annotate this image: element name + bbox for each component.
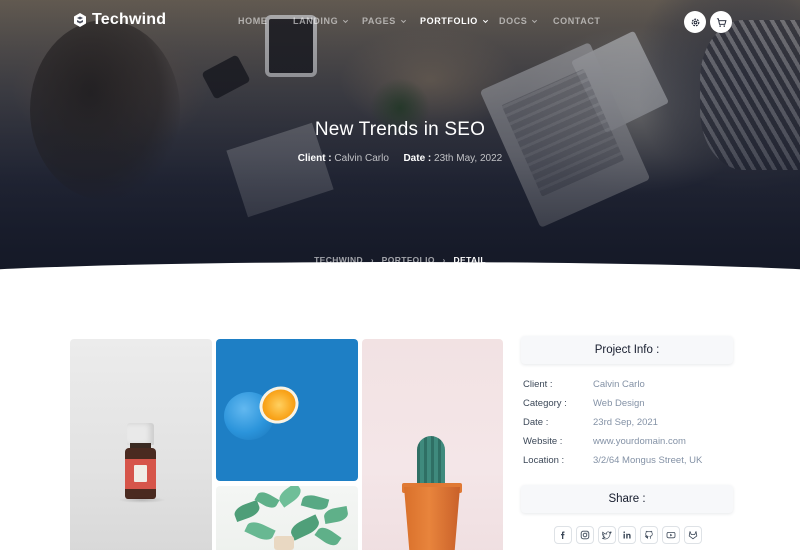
linkedin-icon xyxy=(623,531,631,539)
share-instagram-button[interactable] xyxy=(576,526,594,544)
client-label: Client : xyxy=(297,153,332,164)
share-github-button[interactable] xyxy=(640,526,658,544)
portfolio-image-cactus[interactable] xyxy=(362,339,503,550)
nav-item-label: CONTACT xyxy=(553,16,601,26)
nav-item-docs[interactable]: DOCS xyxy=(499,16,538,26)
chevron-down-icon xyxy=(343,19,349,23)
portfolio-image-oil-bottle[interactable] xyxy=(70,339,212,550)
chevron-down-icon xyxy=(482,19,488,23)
cart-button[interactable] xyxy=(710,11,732,33)
nav-item-label: PORTFOLIO xyxy=(420,16,478,26)
hero-meta: Client : Calvin Carlo Date : 23th May, 2… xyxy=(0,153,800,164)
settings-button[interactable] xyxy=(684,11,706,33)
portfolio-image-plant[interactable] xyxy=(216,486,358,550)
main-nav: HOME LANDING PAGES PORTFOLIO DOCS CONTAC… xyxy=(0,16,800,30)
breadcrumb-link-home[interactable]: TECHWIND xyxy=(314,255,363,265)
nav-item-label: LANDING xyxy=(293,16,339,26)
website-link[interactable]: www.yourdomain.com xyxy=(593,436,686,447)
nav-item-label: PAGES xyxy=(362,16,396,26)
share-youtube-button[interactable] xyxy=(662,526,680,544)
github-icon xyxy=(644,530,653,539)
hero-banner xyxy=(0,0,800,282)
nav-item-portfolio[interactable]: PORTFOLIO xyxy=(420,16,489,26)
info-value: Calvin Carlo xyxy=(593,379,645,390)
portfolio-image-blue-lemon[interactable] xyxy=(216,339,358,481)
nav-item-label: HOME xyxy=(238,16,268,26)
gear-icon xyxy=(691,18,699,26)
breadcrumb-current: DETAIL xyxy=(453,255,486,265)
share-facebook-button[interactable] xyxy=(554,526,572,544)
nav-item-landing[interactable]: LANDING xyxy=(293,16,349,26)
gitlab-icon xyxy=(688,531,698,540)
info-label: Location : xyxy=(523,455,565,466)
share-twitter-button[interactable] xyxy=(598,526,616,544)
breadcrumb-separator: › xyxy=(442,256,446,265)
breadcrumb: TECHWIND › PORTFOLIO › DETAIL xyxy=(0,255,800,265)
share-heading: Share : xyxy=(521,485,733,513)
project-info-heading: Project Info : xyxy=(521,336,733,364)
date-value: 23th May, 2022 xyxy=(434,153,503,164)
cart-icon xyxy=(716,17,727,27)
chevron-down-icon xyxy=(532,19,538,23)
chevron-down-icon xyxy=(400,19,406,23)
date-label: Date : xyxy=(403,153,432,164)
info-value: Web Design xyxy=(593,398,645,409)
info-label: Category : xyxy=(523,398,567,409)
info-value: 3/2/64 Mongus Street, UK xyxy=(593,455,703,466)
nav-item-home[interactable]: HOME xyxy=(238,16,267,26)
instagram-icon xyxy=(580,530,590,540)
info-label: Website : xyxy=(523,436,563,447)
hero-bottom-curve xyxy=(0,262,800,282)
info-label: Client : xyxy=(523,379,553,390)
breadcrumb-link-portfolio[interactable]: PORTFOLIO xyxy=(382,255,435,265)
nav-item-label: DOCS xyxy=(499,16,528,26)
facebook-icon xyxy=(561,531,565,539)
page-title: New Trends in SEO xyxy=(314,119,486,140)
share-gitlab-button[interactable] xyxy=(684,526,702,544)
nav-item-pages[interactable]: PAGES xyxy=(362,16,407,26)
nav-item-contact[interactable]: CONTACT xyxy=(553,16,601,26)
info-label: Date : xyxy=(523,417,549,428)
twitter-icon xyxy=(602,531,612,540)
share-linkedin-button[interactable] xyxy=(618,526,636,544)
youtube-icon xyxy=(666,532,676,539)
info-value: 23rd Sep, 2021 xyxy=(593,417,658,428)
breadcrumb-separator: › xyxy=(370,256,374,265)
client-value: Calvin Carlo xyxy=(334,153,389,164)
